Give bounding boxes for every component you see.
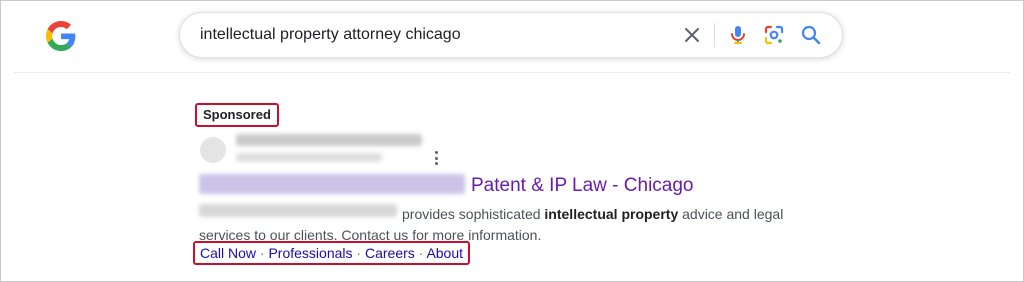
header-divider bbox=[14, 72, 1010, 73]
advertiser-name-redacted bbox=[236, 134, 422, 146]
search-bar[interactable]: intellectual property attorney chicago bbox=[179, 12, 843, 58]
ad-title-link[interactable]: Patent & IP Law - Chicago bbox=[471, 175, 694, 197]
sitelinks-box: Call Now · Professionals · Careers · Abo… bbox=[193, 241, 471, 265]
sitelink-professionals[interactable]: Professionals bbox=[268, 245, 352, 261]
description-text: provides sophisticated bbox=[402, 206, 545, 222]
sitelink-separator: · bbox=[256, 245, 269, 261]
microphone-icon[interactable] bbox=[726, 23, 750, 47]
advertiser-url-redacted bbox=[236, 153, 382, 162]
more-options-icon[interactable] bbox=[430, 150, 442, 166]
sitelink-call-now[interactable]: Call Now bbox=[200, 245, 256, 261]
ad-title-redacted bbox=[199, 174, 465, 194]
sponsored-label: Sponsored bbox=[195, 103, 279, 127]
search-icon[interactable] bbox=[799, 23, 823, 47]
advertiser-favicon bbox=[200, 137, 226, 163]
description-text-end: advice and legal bbox=[678, 206, 784, 222]
sitelink-separator: · bbox=[414, 245, 427, 261]
search-input[interactable]: intellectual property attorney chicago bbox=[200, 26, 461, 44]
google-logo[interactable] bbox=[46, 21, 76, 51]
ad-description-redacted bbox=[199, 204, 397, 217]
sitelink-separator: · bbox=[352, 245, 365, 261]
sitelink-about[interactable]: About bbox=[426, 245, 463, 261]
description-keyword: intellectual property bbox=[544, 206, 679, 222]
search-divider bbox=[714, 23, 715, 47]
google-lens-icon[interactable] bbox=[762, 23, 786, 47]
sitelink-careers[interactable]: Careers bbox=[365, 245, 415, 261]
clear-icon[interactable] bbox=[680, 23, 704, 47]
